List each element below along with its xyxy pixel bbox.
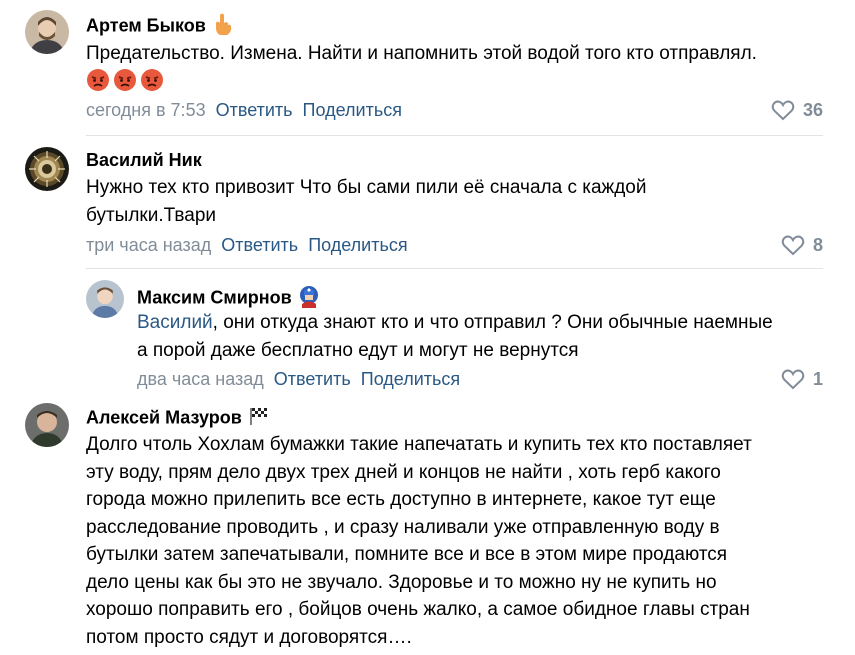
comment-text: Нужно тех кто привозит Что бы сами пили … <box>86 174 647 229</box>
hand-emoji-icon <box>212 12 234 41</box>
divider <box>86 268 823 269</box>
share-button[interactable]: Поделиться <box>303 100 402 120</box>
angry-face-icon <box>113 68 137 97</box>
avatar[interactable] <box>86 280 124 318</box>
reply-button[interactable]: Ответить <box>221 235 298 255</box>
like-button[interactable]: 1 <box>781 368 823 390</box>
likes-count: 8 <box>812 234 823 255</box>
comment-text-line: эту воду, прям дело двух трех дней и кон… <box>86 461 721 483</box>
author-name[interactable]: Артем Быков <box>86 12 234 41</box>
divider <box>86 135 823 136</box>
comment-text: Долго чтоль Хохлам бумажки такие напечат… <box>86 431 752 651</box>
likes-count: 1 <box>812 368 823 389</box>
author-name-text[interactable]: Артем Быков <box>86 15 206 35</box>
heart-icon <box>781 235 805 256</box>
reply-button[interactable]: Ответить <box>216 100 293 120</box>
comment-text: Предательство. Измена. Найти и напомнить… <box>86 43 757 64</box>
comment-text-line: а порой даже бесплатно едут и могут не в… <box>137 339 579 361</box>
author-name[interactable]: Василий Ник <box>86 150 202 171</box>
comment-meta: сегодня в 7:53 Ответить Поделиться <box>86 100 402 121</box>
angry-face-icon <box>140 68 164 97</box>
timestamp[interactable]: три часа назад <box>86 235 211 255</box>
avatar[interactable] <box>25 10 69 54</box>
author-name-text[interactable]: Алексей Мазуров <box>86 407 242 427</box>
reply-button[interactable]: Ответить <box>274 369 351 389</box>
like-button[interactable]: 8 <box>781 234 823 256</box>
comment-text-line: бутылки.Твари <box>86 204 217 226</box>
comment-text-line: потом просто сядут и договорятся…. <box>86 626 412 648</box>
mention-link[interactable]: Василий <box>137 312 213 333</box>
comment-text-line: города можно прилепить все есть доступно… <box>86 489 716 510</box>
comment-meta: два часа назад Ответить Поделиться <box>137 369 460 390</box>
comment-text-line: Нужно тех кто привозит Что бы сами пили … <box>86 177 647 198</box>
avatar[interactable] <box>25 147 69 191</box>
angry-face-icon <box>86 68 110 97</box>
share-button[interactable]: Поделиться <box>308 235 407 255</box>
comment-text-line: бутылки затем запечатывали, помните все … <box>86 544 728 565</box>
comment-meta: три часа назад Ответить Поделиться <box>86 235 408 256</box>
timestamp[interactable]: два часа назад <box>137 369 264 389</box>
comment-text-line: Долго чтоль Хохлам бумажки такие напечат… <box>86 434 752 455</box>
comment-text-line: дело цены как бы это не звучало. Здоровь… <box>86 571 717 593</box>
share-button[interactable]: Поделиться <box>361 369 460 389</box>
heart-icon <box>771 100 795 121</box>
avatar[interactable] <box>25 403 69 447</box>
checkered-flag-icon <box>248 406 270 431</box>
author-name-text[interactable]: Максим Смирнов <box>137 287 292 307</box>
comment-text-line: расследование проводить , и сразу налива… <box>86 516 720 538</box>
heart-icon <box>781 369 805 390</box>
comment-text-line: , они откуда знают кто и что отправил ? … <box>212 312 773 333</box>
like-button[interactable]: 36 <box>771 99 823 121</box>
comment-text-line: хорошо поправить его , бойцов очень жалк… <box>86 599 750 620</box>
timestamp[interactable]: сегодня в 7:53 <box>86 100 206 120</box>
author-name[interactable]: Алексей Мазуров <box>86 406 270 431</box>
comment-text: Василий, они откуда знают кто и что отпр… <box>137 309 773 364</box>
likes-count: 36 <box>802 99 823 120</box>
emoji-row <box>86 68 164 97</box>
